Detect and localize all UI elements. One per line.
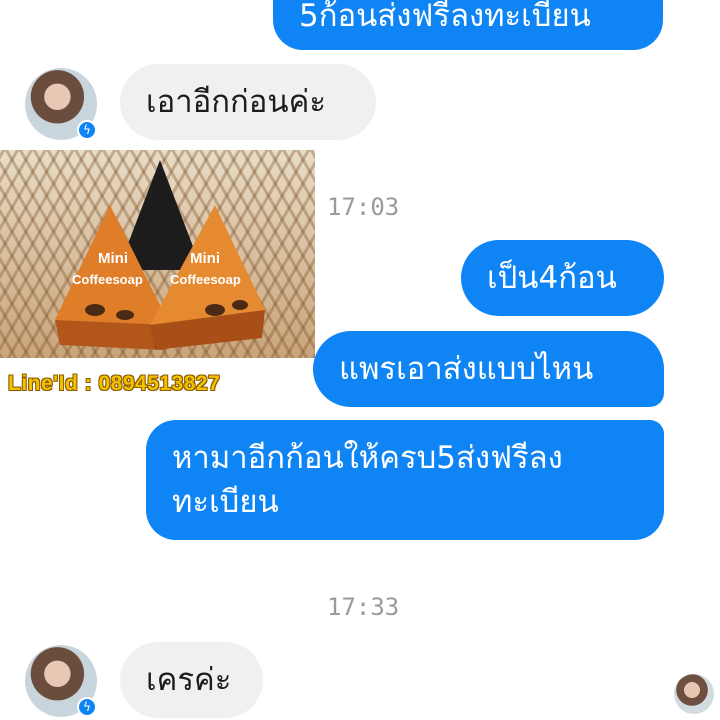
incoming-message[interactable]: เครค่ะ [120, 642, 263, 718]
coffee-soap-image: Mini Coffeesoap Mini Coffeesoap [55, 160, 265, 350]
product-label: Coffeesoap [72, 272, 143, 287]
message-text: 5ก้อนส่งฟรีลงทะเบียน [299, 0, 591, 34]
message-text: เอาอีกก่อนค่ะ [146, 84, 326, 120]
brand-label: Mini [190, 250, 220, 267]
messenger-icon: ϟ [77, 697, 97, 717]
message-text: เครค่ะ [146, 662, 232, 698]
outgoing-message[interactable]: แพรเอาส่งแบบไหน [313, 331, 664, 407]
outgoing-message[interactable]: 5ก้อนส่งฟรีลงทะเบียน [273, 0, 663, 50]
timestamp: 17:33 [327, 593, 400, 621]
outgoing-message[interactable]: เป็น4ก้อน [461, 240, 664, 316]
incoming-message[interactable]: เอาอีกก่อนค่ะ [120, 64, 376, 140]
message-text: หามาอีกก้อนให้ครบ5ส่งฟรีลง [172, 440, 563, 476]
message-text: แพรเอาส่งแบบไหน [339, 351, 594, 387]
outgoing-message[interactable]: หามาอีกก้อนให้ครบ5ส่งฟรีลง ทะเบียน [146, 420, 664, 540]
messenger-icon: ϟ [77, 120, 97, 140]
product-photo[interactable]: Mini Coffeesoap Mini Coffeesoap [0, 150, 315, 358]
line-id-caption: Line'Id : 0894513827 [8, 372, 221, 395]
read-receipt-avatar [674, 674, 714, 714]
message-text: เป็น4ก้อน [487, 260, 617, 296]
brand-label: Mini [98, 250, 128, 267]
timestamp: 17:03 [327, 193, 400, 221]
product-label: Coffeesoap [170, 272, 241, 287]
message-text: ทะเบียน [172, 484, 279, 520]
